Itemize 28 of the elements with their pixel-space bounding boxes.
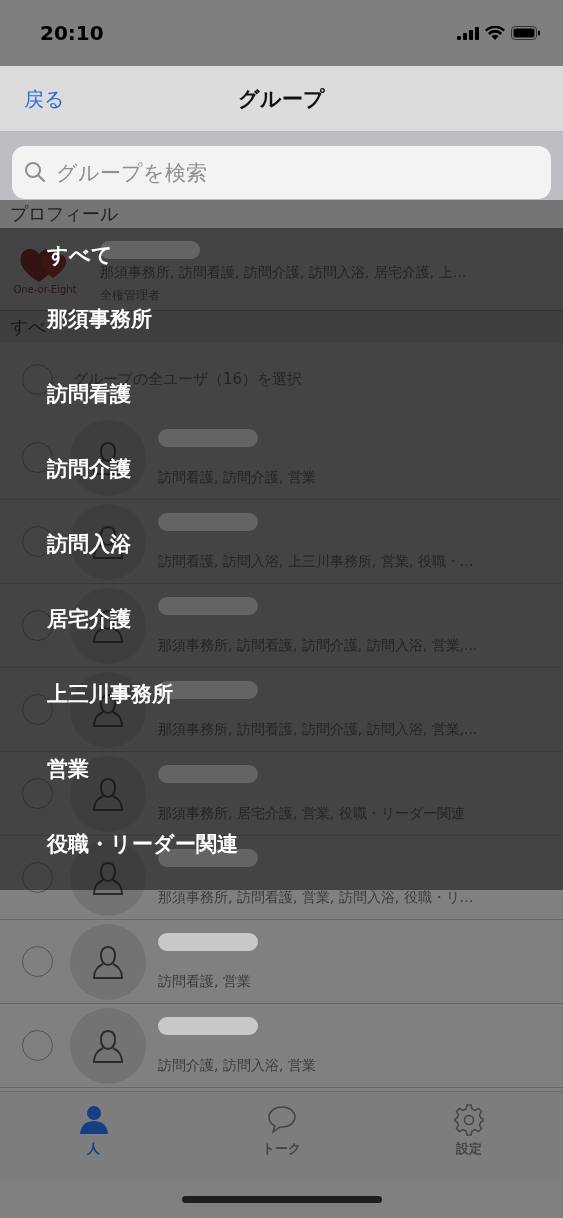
group-menu-item[interactable]: 役職・リーダー関連 (47, 832, 238, 857)
nav-title: グループ (238, 85, 325, 113)
search-field[interactable]: グループを検索 (12, 146, 551, 199)
status-time: 20:10 (40, 21, 104, 45)
group-list-text: 訪問看護, 営業 (158, 972, 252, 991)
battery-icon (511, 26, 541, 40)
group-list-text: 那須事務所, 訪問看護, 営業, 訪問入浴, 役職・リ… (158, 888, 474, 907)
group-menu-item[interactable]: 上三川事務所 (47, 682, 173, 707)
back-button[interactable]: 戻る (14, 82, 74, 117)
group-list-text: 訪問介護, 訪問入浴, 営業 (158, 1056, 316, 1075)
person-icon (78, 1104, 109, 1136)
group-menu-item[interactable]: 居宅介護 (47, 607, 131, 632)
search-icon (24, 161, 46, 183)
group-menu-item[interactable]: 訪問介護 (47, 457, 131, 482)
signal-icon (457, 26, 479, 40)
person-outline-icon (93, 776, 123, 811)
group-menu-item[interactable]: 訪問看護 (47, 382, 131, 407)
person-outline-icon (93, 860, 123, 895)
settings-icon (454, 1104, 485, 1136)
group-menu-item[interactable]: 訪問入浴 (47, 532, 131, 557)
group-menu-item[interactable]: すべて (47, 242, 113, 268)
wifi-icon (485, 26, 505, 40)
speech-bubble-icon (266, 1104, 297, 1136)
person-outline-icon (93, 1028, 123, 1063)
section-header: プロフィール (0, 200, 563, 228)
group-menu-item[interactable]: 営業 (47, 757, 89, 782)
person-outline-icon (93, 944, 123, 979)
group-menu-item[interactable]: 那須事務所 (47, 307, 152, 332)
